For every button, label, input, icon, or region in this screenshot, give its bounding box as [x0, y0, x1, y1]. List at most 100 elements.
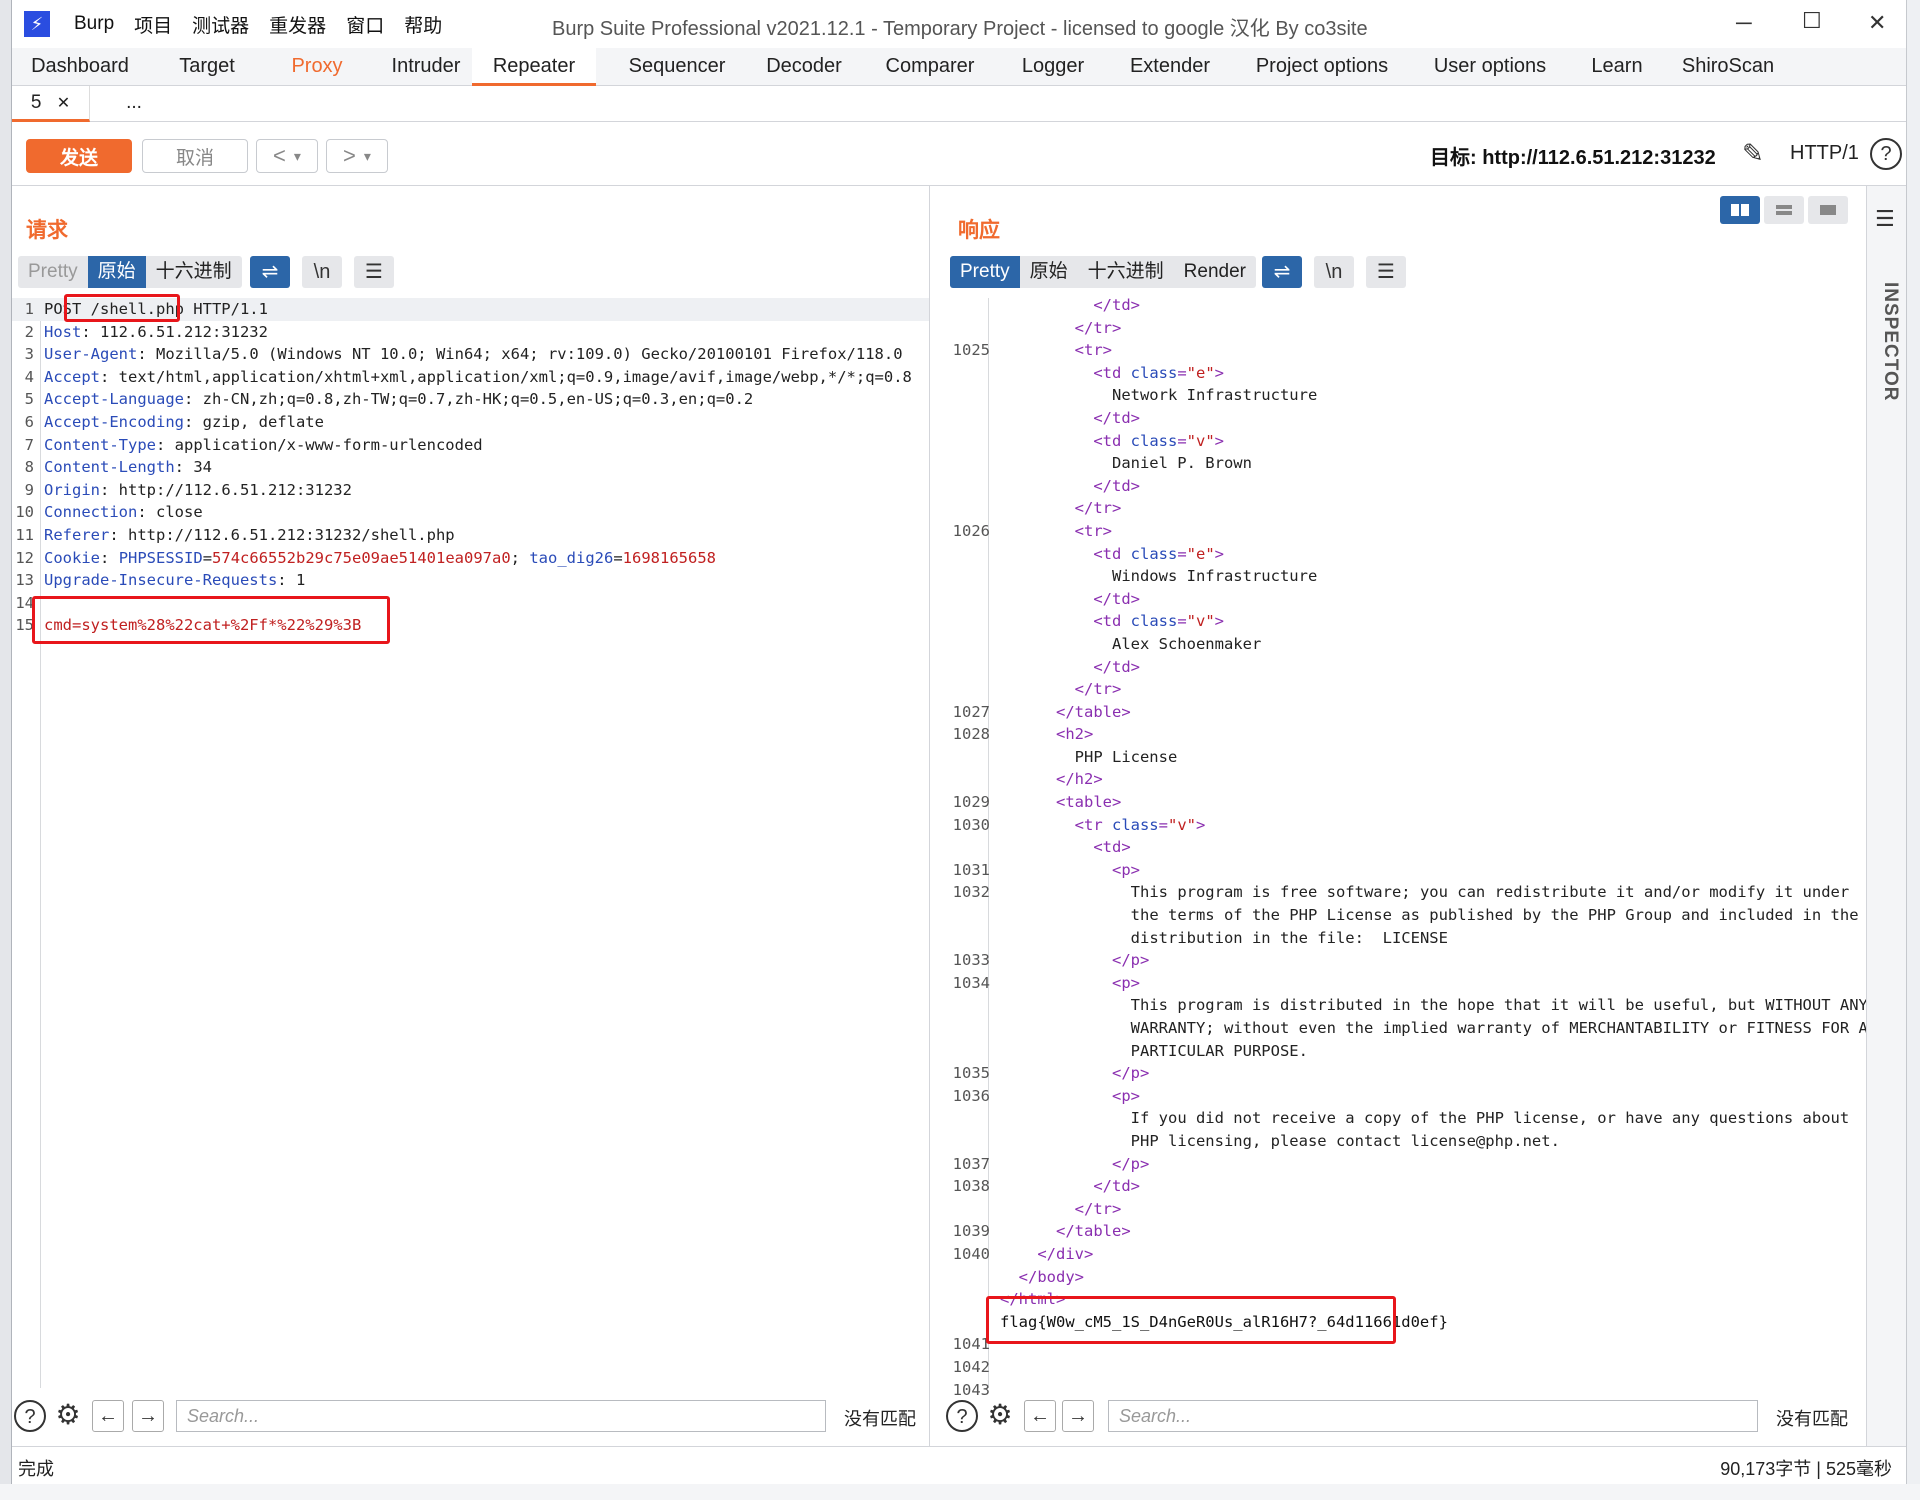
layout-tabs-icon[interactable]	[1808, 196, 1848, 224]
code-token: >	[1214, 612, 1225, 631]
tab-target[interactable]: Target	[148, 48, 266, 86]
line-text: </p>	[1000, 1062, 1149, 1085]
tab-learn[interactable]: Learn	[1568, 48, 1666, 86]
code-token: </body>	[1018, 1267, 1084, 1286]
code-token: class	[1111, 815, 1159, 834]
menu-icon[interactable]: ☰	[1366, 256, 1406, 288]
tab-shiroscan[interactable]: ShiroScan	[1666, 48, 1790, 86]
help-icon[interactable]: ?	[1870, 138, 1902, 170]
line-number: 1	[24, 300, 34, 318]
tab-user-options[interactable]: User options	[1412, 48, 1568, 86]
menu-help[interactable]: 帮助	[404, 11, 442, 38]
maximize-icon[interactable]: ☐	[1802, 8, 1822, 34]
response-line: the terms of the PHP License as publishe…	[942, 904, 1866, 927]
line-text: </div>	[1000, 1243, 1093, 1266]
chevron-right-icon: >	[343, 143, 356, 168]
view-raw-button[interactable]: 原始	[87, 256, 146, 288]
tab-repeater[interactable]: Repeater	[472, 48, 596, 86]
tab-intruder[interactable]: Intruder	[368, 48, 484, 86]
tab-logger[interactable]: Logger	[998, 48, 1108, 86]
wrap-lines-icon[interactable]: ⇌	[1262, 256, 1302, 288]
newline-toggle-button[interactable]: \n	[302, 256, 342, 288]
help-icon[interactable]: ?	[14, 1400, 46, 1432]
request-search-input[interactable]: Search...	[176, 1400, 826, 1432]
line-number: 1031	[952, 860, 990, 879]
layout-stacked-icon[interactable]	[1764, 196, 1804, 224]
request-editor[interactable]: 1 POST /shell.php HTTP/1.1 2 Host: 112.6.51…	[12, 298, 929, 637]
repeater-tab-new[interactable]: ...	[104, 86, 164, 122]
tab-project-options[interactable]: Project options	[1232, 48, 1412, 86]
code-token: </tr>	[1074, 318, 1122, 337]
line-number: 2	[24, 322, 34, 341]
line-text: This program is distributed in the hope …	[1000, 994, 1868, 1017]
view-render-button[interactable]: Render	[1174, 256, 1256, 288]
line-number: 1032	[952, 883, 990, 902]
response-line: 1027 </table>	[942, 701, 1866, 724]
layout-side-by-side-icon[interactable]	[1720, 196, 1760, 224]
menu-project[interactable]: 项目	[134, 11, 172, 38]
arrow-left-icon[interactable]: ←	[92, 1400, 124, 1432]
arrow-right-icon[interactable]: →	[132, 1400, 164, 1432]
minimize-icon[interactable]: ─	[1736, 10, 1752, 36]
view-pretty-button[interactable]: Pretty	[18, 256, 88, 288]
close-icon[interactable]: ✕	[1868, 10, 1886, 36]
repeater-tab-5[interactable]: 5 ✕	[12, 86, 90, 122]
status-bar: 完成 90,173字节 | 525毫秒	[12, 1446, 1906, 1484]
layout-switcher	[1720, 196, 1852, 224]
settings-gear-icon[interactable]: ⚙	[52, 1400, 84, 1432]
tab-dashboard[interactable]: Dashboard	[12, 48, 148, 86]
newline-toggle-button[interactable]: \n	[1314, 256, 1354, 288]
view-raw-button[interactable]: 原始	[1020, 256, 1078, 288]
view-pretty-button[interactable]: Pretty	[950, 256, 1020, 288]
repeater-toolbar: 发送 取消 < ▾ > ▾ 目标: http://112.6.51.212:3123…	[12, 122, 1906, 186]
menu-tester[interactable]: 测试器	[192, 11, 249, 38]
line-text: </td>	[1000, 407, 1140, 430]
cancel-button[interactable]: 取消	[142, 139, 248, 173]
line-text: </td>	[1000, 588, 1140, 611]
line-text: </table>	[1000, 701, 1131, 724]
code-token: Windows Infrastructure	[1111, 567, 1318, 586]
right-window-edge	[1906, 0, 1920, 1500]
header-name: Accept	[44, 367, 100, 386]
tab-sequencer[interactable]: Sequencer	[608, 48, 746, 86]
help-icon[interactable]: ?	[946, 1400, 978, 1432]
request-title: 请求	[26, 219, 68, 242]
line-text: </td>	[1000, 1175, 1140, 1198]
dropdown-icon: ▾	[293, 147, 301, 164]
settings-gear-icon[interactable]: ⚙	[984, 1400, 1016, 1432]
code-token: </tr>	[1074, 680, 1122, 699]
tab-decoder[interactable]: Decoder	[746, 48, 862, 86]
response-editor[interactable]: </td> </tr> 1025 <tr> <td class="e"> Netw…	[942, 294, 1868, 1401]
response-search-input[interactable]: Search...	[1108, 1400, 1758, 1432]
response-search-bar: ? ⚙ ← → Search... 没有匹配	[942, 1386, 1866, 1446]
inspector-menu-icon[interactable]: ☰	[1875, 206, 1895, 232]
code-token: <td	[1093, 612, 1131, 631]
wrap-lines-icon[interactable]: ⇌	[250, 256, 290, 288]
tab-proxy[interactable]: Proxy	[266, 48, 368, 86]
menu-burp[interactable]: Burp	[74, 13, 114, 35]
tab-comparer[interactable]: Comparer	[862, 48, 998, 86]
edit-target-pencil-icon[interactable]: ✎	[1742, 138, 1764, 169]
menu-repeater[interactable]: 重发器	[269, 11, 326, 38]
view-hex-button[interactable]: 十六进制	[1078, 256, 1174, 288]
header-name: Host	[44, 322, 82, 341]
send-button[interactable]: 发送	[26, 139, 132, 173]
response-view-buttons: Pretty 原始 十六进制 Render	[950, 256, 1256, 288]
history-forward-button[interactable]: > ▾	[326, 139, 388, 173]
line-text: <p>	[1000, 1085, 1140, 1108]
header-name: Origin	[44, 480, 100, 499]
response-line: <td class="e">	[942, 543, 1866, 566]
history-back-button[interactable]: < ▾	[256, 139, 318, 173]
response-line: </td>	[942, 475, 1866, 498]
inspector-tab[interactable]: INSPECTOR	[1879, 282, 1901, 402]
arrow-left-icon[interactable]: ←	[1024, 1400, 1056, 1432]
tab-extender[interactable]: Extender	[1108, 48, 1232, 86]
menu-icon[interactable]: ☰	[354, 256, 394, 288]
code-token: >	[1214, 431, 1225, 450]
arrow-right-icon[interactable]: →	[1062, 1400, 1094, 1432]
code-token: >	[1214, 544, 1225, 563]
http-version-label[interactable]: HTTP/1	[1790, 142, 1859, 165]
close-tab-icon[interactable]: ✕	[57, 95, 70, 112]
view-hex-button[interactable]: 十六进制	[146, 256, 242, 288]
menu-window[interactable]: 窗口	[346, 11, 384, 38]
